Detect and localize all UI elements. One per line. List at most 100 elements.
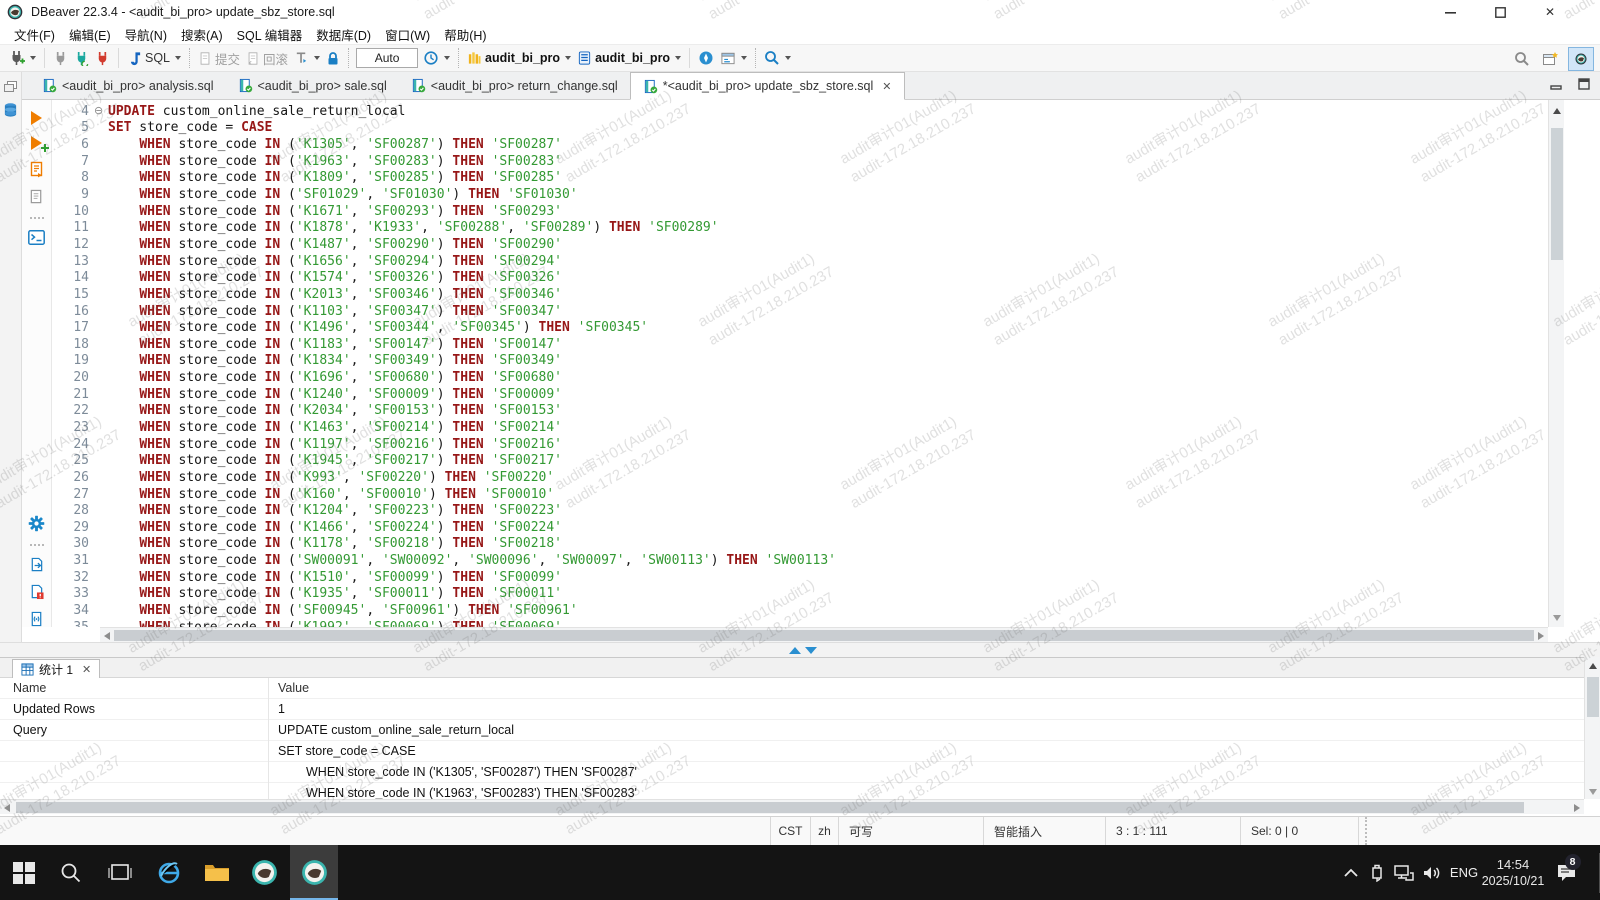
code-line[interactable]: 7 WHEN store_code IN ('K1963', 'SF00283'… bbox=[52, 153, 1548, 170]
transaction-log-button[interactable] bbox=[291, 48, 323, 68]
scroll-left-icon[interactable] bbox=[4, 804, 10, 812]
editor-tab-3[interactable]: <audit_bi_pro> return_change.sql bbox=[399, 72, 630, 99]
database-selector[interactable]: audit_bi_pro bbox=[574, 48, 684, 68]
code-line[interactable]: 19 WHEN store_code IN ('K1834', 'SF00349… bbox=[52, 353, 1548, 370]
code-line[interactable]: 4⊖UPDATE custom_online_sale_return_local bbox=[52, 103, 1548, 120]
code-line[interactable]: 22 WHEN store_code IN ('K2034', 'SF00153… bbox=[52, 403, 1548, 420]
network-tray-icon[interactable] bbox=[1390, 845, 1418, 900]
table-row[interactable]: Updated Rows1 bbox=[0, 698, 1584, 719]
column-divider[interactable] bbox=[268, 678, 269, 799]
script-info-button[interactable] bbox=[28, 189, 46, 205]
reconnect-button[interactable] bbox=[71, 49, 92, 68]
internet-explorer-icon[interactable] bbox=[147, 845, 191, 900]
code-line[interactable]: 31 WHEN store_code IN ('SW00091', 'SW000… bbox=[52, 552, 1548, 569]
start-button[interactable] bbox=[2, 845, 46, 900]
code-line[interactable]: 24 WHEN store_code IN ('K1197', 'SF00216… bbox=[52, 436, 1548, 453]
code-line[interactable]: 21 WHEN store_code IN ('K1240', 'SF00009… bbox=[52, 386, 1548, 403]
search-button[interactable] bbox=[761, 48, 794, 68]
volume-tray-icon[interactable] bbox=[1418, 845, 1446, 900]
restore-panes-icon[interactable] bbox=[0, 81, 21, 93]
code-line[interactable]: 8 WHEN store_code IN ('K1809', 'SF00285'… bbox=[52, 170, 1548, 187]
status-caret-position[interactable]: 3 : 1 : 111 bbox=[1106, 817, 1241, 845]
code-line[interactable]: 5SET store_code = CASE bbox=[52, 120, 1548, 137]
settings-gear-icon[interactable] bbox=[28, 515, 46, 532]
scroll-down-icon[interactable] bbox=[1553, 615, 1561, 621]
file-explorer-icon[interactable] bbox=[195, 845, 239, 900]
connection-selector[interactable]: audit_bi_pro bbox=[464, 48, 574, 68]
maximize-button[interactable] bbox=[1475, 0, 1525, 24]
scrollbar-thumb[interactable] bbox=[16, 802, 1524, 813]
clock[interactable]: 14:54 2025/10/21 bbox=[1482, 845, 1544, 900]
code-line[interactable]: 28 WHEN store_code IN ('K1204', 'SF00223… bbox=[52, 502, 1548, 519]
notification-center-icon[interactable]: 8 bbox=[1548, 845, 1584, 900]
minimize-view-icon[interactable] bbox=[1550, 78, 1562, 90]
unsaved-file-icon[interactable] bbox=[28, 584, 46, 600]
usb-tray-icon[interactable] bbox=[1364, 845, 1390, 900]
column-header-name[interactable]: Name bbox=[0, 681, 268, 695]
close-button[interactable]: ✕ bbox=[1525, 0, 1575, 24]
connect-button[interactable] bbox=[50, 49, 71, 68]
menu-item-1[interactable]: 文件(F) bbox=[14, 25, 55, 44]
code-line[interactable]: 26 WHEN store_code IN ('K993', 'SF00220'… bbox=[52, 469, 1548, 486]
menu-item-8[interactable]: 帮助(H) bbox=[444, 25, 486, 44]
transaction-mode-select[interactable]: Auto bbox=[356, 48, 418, 68]
lock-button[interactable] bbox=[323, 49, 343, 68]
code-line[interactable]: 6 WHEN store_code IN ('K1305', 'SF00287'… bbox=[52, 136, 1548, 153]
table-row[interactable]: QueryUPDATE custom_online_sale_return_lo… bbox=[0, 719, 1584, 740]
menu-item-3[interactable]: 导航(N) bbox=[125, 25, 167, 44]
code-line[interactable]: 35 WHEN store_code IN ('K1992', 'SF00069… bbox=[52, 619, 1548, 627]
tray-chevron-icon[interactable] bbox=[1338, 845, 1364, 900]
table-row[interactable]: SET store_code = CASE bbox=[0, 740, 1584, 761]
code-line[interactable]: 34 WHEN store_code IN ('SF00945', 'SF009… bbox=[52, 602, 1548, 619]
close-tab-icon[interactable]: ✕ bbox=[882, 80, 891, 93]
results-horizontal-scrollbar[interactable] bbox=[0, 799, 1584, 814]
code-line[interactable]: 10 WHEN store_code IN ('K1671', 'SF00293… bbox=[52, 203, 1548, 220]
status-writemode[interactable]: 可写 bbox=[839, 817, 984, 845]
scroll-down-icon[interactable] bbox=[1589, 789, 1597, 795]
rollback-button[interactable]: 回滚 bbox=[243, 47, 291, 70]
code-line[interactable]: 25 WHEN store_code IN ('K1945', 'SF00217… bbox=[52, 452, 1548, 469]
dbeaver-taskbar-icon[interactable] bbox=[242, 845, 286, 900]
code-line[interactable]: 27 WHEN store_code IN ('K160', 'SF00010'… bbox=[52, 486, 1548, 503]
code-line[interactable]: 23 WHEN store_code IN ('K1463', 'SF00214… bbox=[52, 419, 1548, 436]
panel-sash[interactable] bbox=[0, 642, 1600, 657]
menu-item-7[interactable]: 窗口(W) bbox=[385, 25, 430, 44]
sql-editor-button[interactable]: SQL bbox=[124, 48, 184, 68]
maximize-view-icon[interactable] bbox=[1578, 78, 1590, 90]
code-line[interactable]: 32 WHEN store_code IN ('K1510', 'SF00099… bbox=[52, 569, 1548, 586]
editor-vertical-scrollbar[interactable] bbox=[1548, 100, 1564, 627]
quick-search-button[interactable] bbox=[1511, 49, 1533, 69]
scroll-right-icon[interactable] bbox=[1538, 632, 1544, 640]
code-line[interactable]: 14 WHEN store_code IN ('K1574', 'SF00326… bbox=[52, 269, 1548, 286]
transaction-history-button[interactable] bbox=[420, 48, 453, 68]
task-view-icon[interactable] bbox=[98, 845, 142, 900]
code-line[interactable]: 12 WHEN store_code IN ('K1487', 'SF00290… bbox=[52, 236, 1548, 253]
scrollbar-thumb[interactable] bbox=[1587, 677, 1599, 717]
disconnect-button[interactable] bbox=[92, 49, 113, 68]
execute-statement-button[interactable] bbox=[28, 111, 46, 125]
menu-item-4[interactable]: 搜索(A) bbox=[181, 25, 223, 44]
menu-item-2[interactable]: 编辑(E) bbox=[69, 25, 111, 44]
code-line[interactable]: 29 WHEN store_code IN ('K1466', 'SF00224… bbox=[52, 519, 1548, 536]
minimize-button[interactable] bbox=[1425, 0, 1475, 24]
execute-new-tab-button[interactable] bbox=[28, 136, 46, 150]
scroll-left-icon[interactable] bbox=[104, 632, 110, 640]
status-language[interactable]: zh bbox=[811, 817, 839, 845]
table-row[interactable]: WHEN store_code IN ('K1305', 'SF00287') … bbox=[0, 761, 1584, 782]
code-line[interactable]: 17 WHEN store_code IN ('K1496', 'SF00344… bbox=[52, 319, 1548, 336]
code-line[interactable]: 33 WHEN store_code IN ('K1935', 'SF00011… bbox=[52, 586, 1548, 603]
results-vertical-scrollbar[interactable] bbox=[1584, 657, 1600, 799]
scroll-up-icon[interactable] bbox=[1553, 108, 1561, 114]
editor-tab-4[interactable]: *<audit_bi_pro> update_sbz_store.sql✕ bbox=[630, 72, 905, 100]
status-insertmode[interactable]: 智能插入 bbox=[984, 817, 1106, 845]
editor-tab-1[interactable]: <audit_bi_pro> analysis.sql bbox=[30, 72, 226, 99]
execution-plan-button[interactable] bbox=[717, 49, 750, 68]
open-declaration-icon[interactable] bbox=[28, 611, 46, 627]
statistics-tab[interactable]: 统计 1 ✕ bbox=[12, 659, 100, 679]
execute-script-button[interactable] bbox=[28, 161, 46, 178]
code-line[interactable]: 30 WHEN store_code IN ('K1178', 'SF00218… bbox=[52, 536, 1548, 553]
editor-horizontal-scrollbar[interactable] bbox=[100, 627, 1548, 642]
open-console-button[interactable] bbox=[28, 230, 46, 245]
dbeaver-perspective-button[interactable] bbox=[1568, 47, 1594, 71]
language-indicator[interactable]: ENG bbox=[1446, 845, 1482, 900]
